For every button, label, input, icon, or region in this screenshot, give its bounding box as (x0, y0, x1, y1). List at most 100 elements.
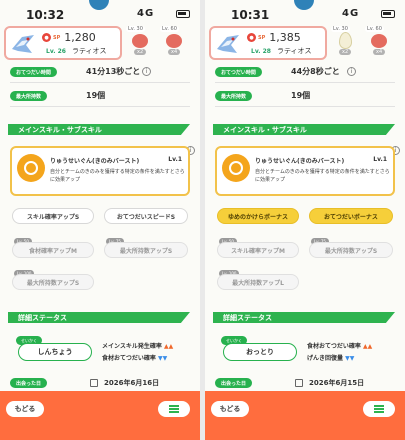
status-time: 10:31 (231, 8, 270, 22)
sub-skill-label: ゆめのかけらボーナス (227, 213, 288, 221)
nature-up-text: メインスキル発生確率 (102, 343, 162, 350)
divider (10, 106, 190, 107)
ingredient-slot-2[interactable]: Lv. 60 x4 (361, 26, 397, 56)
ingredient-slot-2[interactable]: Lv. 60 x4 (156, 26, 192, 56)
slot-level: Lv. 30 (126, 26, 145, 32)
nature-value: しんちょう (37, 348, 73, 356)
main-skill-name: りゅうせいぐん(きのみバースト) (255, 158, 345, 165)
section-title: 詳細ステータス (18, 314, 67, 322)
met-date-label: 出会った日 (215, 378, 253, 388)
signal-indicator: 4G (137, 8, 155, 19)
menu-button[interactable] (158, 401, 190, 417)
slot-count: x2 (339, 49, 352, 55)
nature-up-text: 食材おてつだい確率 (307, 343, 361, 350)
slot-count: x4 (168, 49, 181, 55)
info-icon[interactable]: i (142, 67, 151, 76)
nature-down-text: 食材おてつだい確率 (102, 355, 156, 362)
slot-count: x2 (134, 49, 147, 55)
main-skill-icon (222, 154, 250, 182)
calendar-icon (90, 379, 98, 387)
pokemon-card[interactable]: ● SP 1,385 Lv. 28 ラティオス (209, 26, 327, 60)
slot-count: x4 (373, 49, 386, 55)
pokemon-card[interactable]: ● SP 1,280 Lv. 26 ラティオス (4, 26, 122, 60)
sub-skill-label: おてつだいボーナス (324, 213, 378, 221)
egg-icon (339, 32, 352, 49)
sp-label: SP (53, 34, 61, 41)
main-skill-name: りゅうせいぐん(きのみバースト) (50, 158, 140, 165)
sub-skill-2[interactable]: おてつだいスピードS (104, 208, 188, 224)
menu-icon (169, 405, 179, 413)
nature-pill[interactable]: おっとり (223, 343, 297, 361)
max-carry-value: 19個 (86, 91, 106, 100)
up-arrows-icon: ▲▲ (362, 343, 373, 350)
met-date-value: 2026年6月15日 (309, 379, 365, 387)
battery-icon (176, 10, 190, 18)
ingredient-slot-1[interactable]: Lv. 30 x2 (122, 26, 158, 56)
menu-icon (374, 405, 384, 413)
divider (215, 106, 395, 107)
main-skill-level: Lv.1 (373, 156, 387, 163)
battery-icon (381, 10, 395, 18)
back-button[interactable]: もどる (211, 401, 249, 417)
divider (10, 82, 190, 83)
nature-pill[interactable]: しんちょう (18, 343, 92, 361)
sub-skill-label: スキル確率アップM (231, 247, 285, 255)
sub-skill-5[interactable]: 最大所持数アップS (12, 274, 94, 290)
sub-skill-1[interactable]: スキル確率アップS (12, 208, 94, 224)
max-carry-label: 最大所持数 (215, 91, 253, 101)
pokemon-sprite-icon (217, 35, 239, 53)
help-time-label: おてつだい時間 (215, 67, 262, 77)
sub-skill-4[interactable]: 最大所持数アップS (104, 242, 188, 258)
slot-level: Lv. 30 (331, 26, 350, 32)
section-title: 詳細ステータス (223, 314, 272, 322)
menu-button[interactable] (363, 401, 395, 417)
section-header-skills: メインスキル・サブスキル (8, 124, 190, 135)
sub-skill-label: 最大所持数アップS (119, 247, 173, 255)
met-date-value: 2026年6月16日 (104, 379, 160, 387)
back-label: もどる (14, 405, 36, 413)
nature-down-text: げんき回復量 (307, 355, 344, 362)
main-skill-card[interactable]: りゅうせいぐん(きのみバースト) Lv.1 自分とチームのきのみを獲得する特定の… (215, 146, 395, 196)
nature-up-stat: 食材おてつだい確率 ▲▲ (307, 341, 372, 350)
back-button[interactable]: もどる (6, 401, 44, 417)
calendar-icon (295, 379, 303, 387)
ingredient-slot-1[interactable]: Lv. 30 x2 (327, 26, 363, 56)
nature-value: おっとり (246, 348, 274, 356)
help-time-value: 41分13秒ごと (86, 67, 141, 76)
sub-skill-1[interactable]: ゆめのかけらボーナス (217, 208, 299, 224)
max-carry-label: 最大所持数 (10, 91, 48, 101)
main-skill-icon (17, 154, 45, 182)
main-skill-description: 自分とチームのきのみを獲得する特定の条件を満たすとさらに効果アップ (255, 169, 390, 183)
sp-value: 1,280 (64, 31, 96, 44)
panel-right: 10:31 4G ● SP 1,385 Lv. 28 ラティオス Lv. 30 … (205, 0, 405, 440)
panel-left: 10:32 4G ● SP 1,280 Lv. 26 ラティオス Lv. 30 … (0, 0, 200, 440)
sub-skill-5[interactable]: 最大所持数アップL (217, 274, 299, 290)
signal-indicator: 4G (342, 8, 360, 19)
met-date-label: 出会った日 (10, 378, 48, 388)
nature-down-stat: げんき回復量 ▼▼ (307, 353, 354, 362)
sub-skill-label: スキル確率アップS (26, 213, 80, 221)
slot-level: Lv. 60 (365, 26, 384, 32)
sp-row: ● SP 1,385 (247, 31, 301, 44)
sp-icon: ● (247, 33, 256, 42)
status-time: 10:32 (26, 8, 65, 22)
bottom-bar: もどる (205, 391, 405, 440)
sub-skill-3[interactable]: 食材確率アップM (12, 242, 94, 258)
section-header-status: 詳細ステータス (213, 312, 395, 323)
sub-skill-4[interactable]: 最大所持数アップS (309, 242, 393, 258)
main-skill-card[interactable]: りゅうせいぐん(きのみバースト) Lv.1 自分とチームのきのみを獲得する特定の… (10, 146, 190, 196)
nature-down-stat: 食材おてつだい確率 ▼▼ (102, 353, 167, 362)
sub-skill-2[interactable]: おてつだいボーナス (309, 208, 393, 224)
bottom-bar: もどる (0, 391, 200, 440)
pokemon-name: ラティオス (276, 47, 312, 55)
main-skill-level: Lv.1 (168, 156, 182, 163)
berry-icon (132, 34, 148, 48)
level-row: Lv. 26 ラティオス (46, 46, 107, 56)
sp-label: SP (258, 34, 266, 41)
info-icon[interactable]: i (347, 67, 356, 76)
sp-icon: ● (42, 33, 51, 42)
sub-skill-3[interactable]: スキル確率アップM (217, 242, 299, 258)
section-title: メインスキル・サブスキル (223, 126, 307, 134)
sp-value: 1,385 (269, 31, 301, 44)
section-title: メインスキル・サブスキル (18, 126, 102, 134)
